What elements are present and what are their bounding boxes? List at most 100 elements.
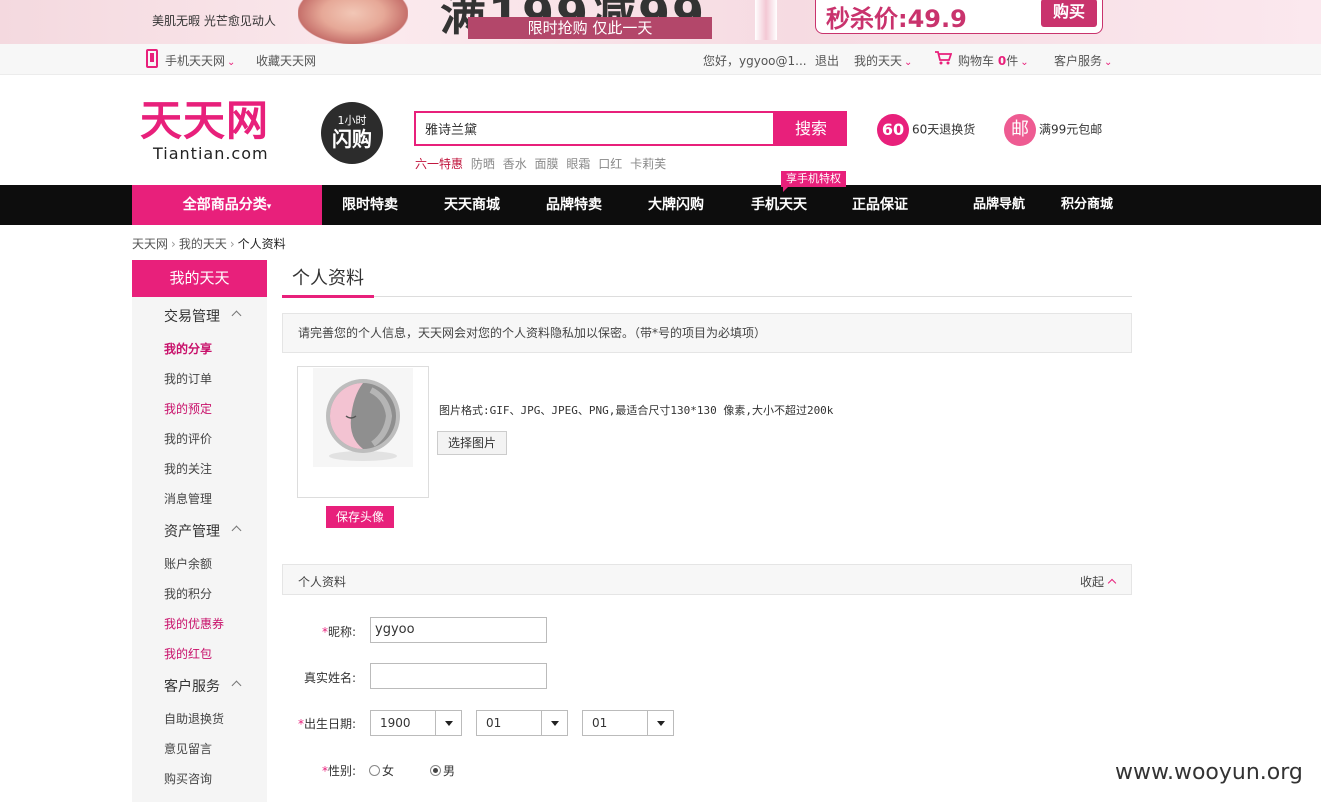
cart-unit: 件 (1006, 54, 1019, 68)
sidebar-section-trade[interactable]: 交易管理 (164, 306, 242, 326)
collapse-label: 收起 (1080, 575, 1105, 589)
banner-price: 秒杀价:49.9 (826, 5, 967, 33)
logo-en: Tiantian.com (153, 144, 269, 163)
sidebar-item-feedback[interactable]: 意见留言 (164, 740, 212, 757)
nav-item-mobile[interactable]: 手机天天 (751, 185, 807, 225)
all-categories-button[interactable]: 全部商品分类▾ (132, 185, 322, 225)
cart-link[interactable]: 购物车 0件 ⌄ (958, 52, 1029, 69)
my-tiantian-menu[interactable]: 我的天天 ⌄ (854, 52, 912, 69)
realname-field[interactable] (370, 663, 547, 689)
chevron-right-icon: › (229, 237, 235, 251)
sidebar-section-label: 资产管理 (164, 524, 220, 540)
search-button[interactable]: 搜索 (775, 111, 847, 146)
sidebar-item-my-reviews[interactable]: 我的评价 (164, 430, 212, 447)
nav-item-brand-guide[interactable]: 品牌导航 (973, 185, 1025, 225)
gender-female-label: 女 (382, 764, 395, 778)
site-logo[interactable]: 天天网 Tiantian.com (140, 98, 269, 164)
birth-month-select[interactable]: 01 (476, 710, 568, 736)
privacy-notice: 请完善您的个人信息，天天网会对您的个人资料隐私加以保密。（带*号的项目为必填项） (282, 313, 1132, 353)
banner-product-image (755, 0, 777, 40)
favorite-link[interactable]: 收藏天天网 (256, 52, 316, 69)
all-categories-label: 全部商品分类 (182, 197, 267, 213)
mobile-link[interactable]: 手机天天网 ⌄ (165, 52, 235, 69)
birth-day-select[interactable]: 01 (582, 710, 674, 736)
mobile-privilege-tag: 享手机特权 (781, 171, 846, 192)
hot-word[interactable]: 香水 (503, 157, 527, 171)
banner-slogan: 美肌无暇 光芒愈见动人 (152, 14, 276, 28)
nav-item-big-brand[interactable]: 大牌闪购 (648, 185, 704, 225)
banner-strip: 限时抢购 仅此一天 (468, 17, 712, 39)
sidebar-item-consult[interactable]: 购买咨询 (164, 770, 212, 787)
radio-dot-selected (430, 765, 441, 776)
breadcrumb-my-tiantian[interactable]: 我的天天 (179, 237, 227, 251)
avatar (313, 368, 413, 467)
save-avatar-button[interactable]: 保存头像 (326, 506, 394, 528)
sidebar-item-my-share[interactable]: 我的分享 (164, 340, 212, 357)
nav-item-points-mall[interactable]: 积分商城 (1061, 185, 1113, 225)
sidebar-item-messages[interactable]: 消息管理 (164, 490, 212, 507)
sidebar-item-my-orders[interactable]: 我的订单 (164, 370, 212, 387)
nav-item-mall[interactable]: 天天商城 (444, 185, 500, 225)
sidebar-item-my-follows[interactable]: 我的关注 (164, 460, 212, 477)
return-badge-icon: 60 (877, 114, 909, 146)
gender-male-radio[interactable]: 男 (430, 762, 455, 779)
sidebar-section-service[interactable]: 客户服务 (164, 676, 242, 696)
chevron-down-icon: ⌄ (227, 57, 236, 68)
chevron-down-icon: ⌄ (1104, 57, 1113, 68)
profile-section-bar: 个人资料 收起 (282, 564, 1132, 595)
choose-image-button[interactable]: 选择图片 (437, 431, 507, 455)
birth-year-value: 1900 (380, 716, 411, 730)
collapse-toggle[interactable]: 收起 (1080, 573, 1117, 590)
banner-buy-button[interactable]: 购买 (1041, 0, 1097, 27)
logout-link[interactable]: 退出 (815, 52, 839, 69)
caret-down-icon (435, 711, 461, 735)
gender-female-radio[interactable]: 女 (369, 762, 394, 779)
flash-sale-badge[interactable]: 1小时 闪购 (321, 102, 383, 164)
hot-word-highlight[interactable]: 六一特惠 (415, 157, 463, 171)
sidebar-item-balance[interactable]: 账户余额 (164, 555, 212, 572)
chevron-right-icon: › (171, 237, 176, 251)
sidebar-item-my-reservations[interactable]: 我的预定 (164, 400, 212, 417)
sidebar-section-assets[interactable]: 资产管理 (164, 521, 242, 541)
banner-price-box: 秒杀价:49.9 购买 (815, 0, 1103, 34)
hot-word[interactable]: 防晒 (471, 157, 495, 171)
sidebar-item-self-return[interactable]: 自助退换货 (164, 710, 224, 727)
nav-item-brand-sale[interactable]: 品牌特卖 (546, 185, 602, 225)
mail-badge-icon: 邮 (1004, 114, 1036, 146)
promo-shipping[interactable]: 邮满99元包邮 (1004, 114, 1102, 146)
sidebar-item-points[interactable]: 我的积分 (164, 585, 212, 602)
chevron-up-icon (1107, 578, 1117, 588)
gender-label: *性别: (266, 762, 356, 779)
sidebar-section-label: 交易管理 (164, 309, 220, 325)
breadcrumb-home[interactable]: 天天网 (132, 237, 168, 251)
hot-words: 六一特惠 防晒 香水 面膜 眼霜 口红 卡莉芙 (415, 155, 670, 172)
banner-model-image (298, 0, 408, 44)
flash-bottom-text: 闪购 (332, 127, 372, 151)
birth-year-select[interactable]: 1900 (370, 710, 462, 736)
title-underline (282, 295, 374, 298)
profile-section-title: 个人资料 (298, 575, 347, 589)
promo-return-text: 60天退换货 (912, 122, 976, 137)
hot-word[interactable]: 卡莉芙 (630, 157, 666, 171)
search-input[interactable] (416, 113, 773, 144)
nickname-label: *昵称: (266, 623, 356, 640)
customer-service-menu[interactable]: 客户服务 ⌄ (1054, 52, 1112, 69)
nav-item-flash[interactable]: 限时特卖 (342, 185, 398, 225)
sidebar-item-coupons[interactable]: 我的优惠券 (164, 615, 224, 632)
sidebar-title[interactable]: 我的天天 (132, 260, 267, 297)
default-avatar-icon (326, 379, 400, 461)
birth-day-value: 01 (592, 716, 608, 730)
sidebar-item-red-packets[interactable]: 我的红包 (164, 645, 212, 662)
nickname-label-text: 昵称: (327, 625, 356, 639)
hot-word[interactable]: 口红 (598, 157, 622, 171)
hot-word[interactable]: 眼霜 (566, 157, 590, 171)
sidebar-section-label: 客户服务 (164, 679, 220, 695)
hot-word[interactable]: 面膜 (535, 157, 559, 171)
cart-icon (935, 51, 952, 65)
nickname-field[interactable]: ygyoo (370, 617, 547, 643)
chevron-down-icon: ⌄ (1020, 57, 1029, 68)
promo-return[interactable]: 60 60天退换货 (877, 114, 975, 146)
top-ad-banner[interactable]: 美肌无暇 光芒愈见动人 满199减99 限时抢购 仅此一天 秒杀价:49.9 购… (0, 0, 1321, 44)
nav-item-genuine[interactable]: 正品保证 (852, 185, 908, 225)
phone-icon (146, 49, 158, 68)
